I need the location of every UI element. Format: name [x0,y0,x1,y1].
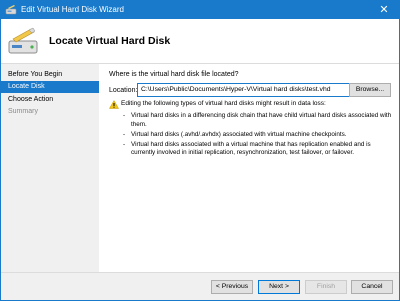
list-item: Virtual hard disks (.avhd/.avhdx) associ… [123,131,393,140]
content-panel: Where is the virtual hard disk file loca… [99,64,399,272]
next-button[interactable]: Next > [258,280,300,294]
wizard-header: Locate Virtual Hard Disk [1,19,399,64]
title-bar[interactable]: Edit Virtual Hard Disk Wizard ✕ [1,1,399,19]
question-text: Where is the virtual hard disk file loca… [109,71,239,78]
close-button[interactable]: ✕ [369,1,399,19]
close-icon: ✕ [379,4,389,16]
page-title: Locate Virtual Hard Disk [49,35,171,47]
disk-wizard-icon [8,27,38,54]
warning-list: Virtual hard disks in a differencing dis… [123,112,393,159]
list-item: Virtual hard disks associated with a vir… [123,141,393,158]
wizard-footer: < Previous Next > Finish Cancel [1,272,399,300]
cancel-button[interactable]: Cancel [351,280,393,294]
wizard-steps: Before You Begin Locate Disk Choose Acti… [1,64,99,272]
window-title: Edit Virtual Hard Disk Wizard [21,5,124,14]
warning-text: Editing the following types of virtual h… [121,100,326,107]
wizard-window: Edit Virtual Hard Disk Wizard ✕ Locate V… [0,0,400,301]
previous-button[interactable]: < Previous [211,280,253,294]
nav-item-choose-action[interactable]: Choose Action [1,94,99,106]
location-label: Location: [109,87,138,94]
location-input[interactable]: C:\Users\Public\Documents\Hyper-V\Virtua… [137,83,352,97]
nav-item-before-you-begin[interactable]: Before You Begin [1,69,99,81]
nav-item-summary: Summary [8,108,38,115]
warning-icon [109,100,119,109]
disk-wizard-icon [5,5,17,15]
finish-button: Finish [305,280,347,294]
browse-button[interactable]: Browse... [349,83,391,97]
nav-item-locate-disk[interactable]: Locate Disk [1,81,99,93]
list-item: Virtual hard disks in a differencing dis… [123,112,393,129]
